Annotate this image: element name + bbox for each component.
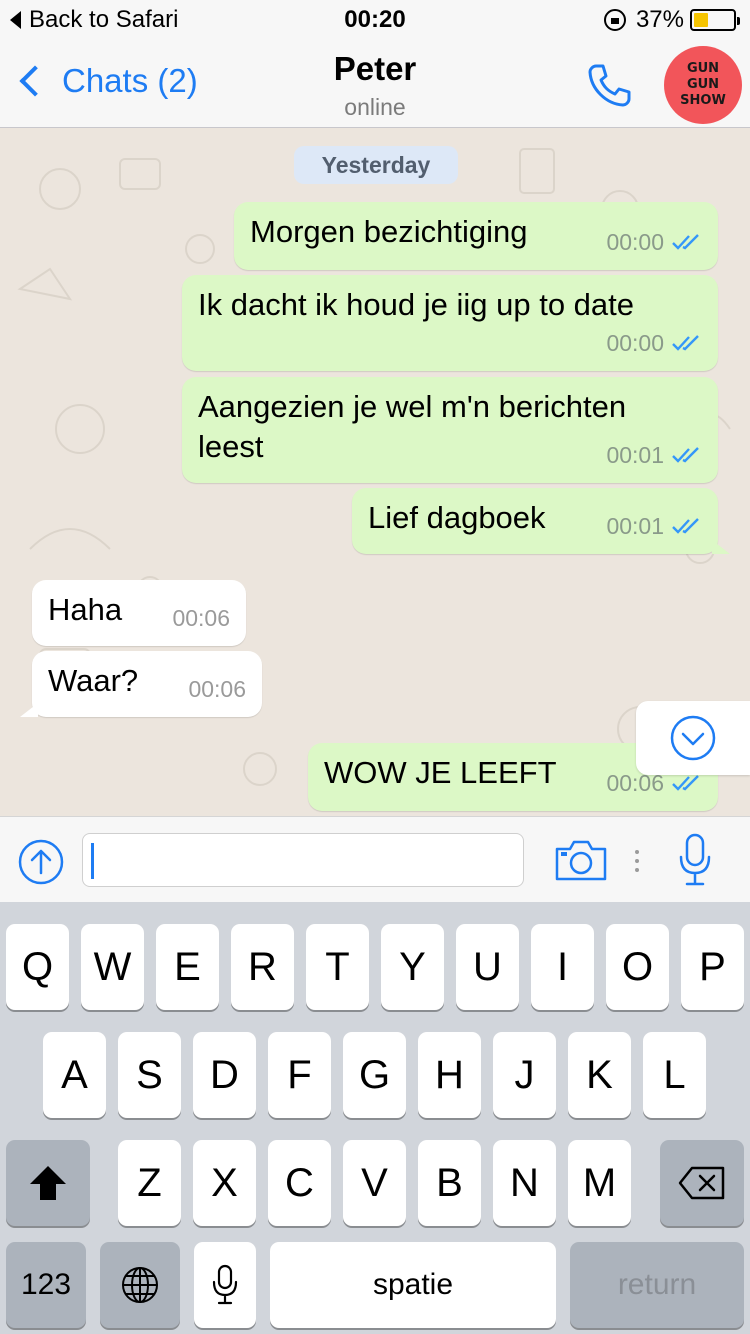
key-q[interactable]: Q: [6, 924, 69, 1010]
key-j[interactable]: J: [493, 1032, 556, 1118]
key-x[interactable]: X: [193, 1140, 256, 1226]
message-meta: 00:06: [172, 598, 230, 638]
key-d[interactable]: D: [193, 1032, 256, 1118]
message-text: Lief dagboek: [368, 500, 546, 535]
scroll-to-bottom-button[interactable]: [636, 701, 750, 775]
key-m[interactable]: M: [568, 1140, 631, 1226]
double-check-icon: [672, 447, 699, 463]
numbers-key[interactable]: 123: [6, 1242, 86, 1328]
keyboard: Q W E R T Y U I O P A S D F G H J K L Z …: [0, 902, 750, 1334]
message-input[interactable]: [82, 833, 524, 887]
double-check-icon: [672, 775, 699, 791]
key-z[interactable]: Z: [118, 1140, 181, 1226]
message-meta: 00:06: [188, 669, 246, 709]
battery-percent: 37%: [635, 6, 684, 33]
message-time: 00:01: [606, 513, 664, 539]
battery-icon: [690, 9, 740, 31]
key-n[interactable]: N: [493, 1140, 556, 1226]
shift-arrow-icon: [30, 1166, 66, 1200]
message-text: Ik dacht ik houd je iig up to date: [198, 287, 635, 322]
key-k[interactable]: K: [568, 1032, 631, 1118]
key-u[interactable]: U: [456, 924, 519, 1010]
message-meta: 00:01: [606, 506, 702, 546]
key-e[interactable]: E: [156, 924, 219, 1010]
message-time: 00:00: [606, 229, 664, 255]
message-bubble-incoming[interactable]: Waar? 00:06: [20, 651, 262, 717]
key-y[interactable]: Y: [381, 924, 444, 1010]
message-meta: 00:01: [606, 435, 702, 475]
phone-icon[interactable]: [584, 60, 634, 110]
key-r[interactable]: R: [231, 924, 294, 1010]
double-check-icon: [672, 335, 699, 351]
key-p[interactable]: P: [681, 924, 744, 1010]
space-key[interactable]: spatie: [270, 1242, 556, 1328]
key-i[interactable]: I: [531, 924, 594, 1010]
return-key[interactable]: return: [570, 1242, 744, 1328]
separator-dots-icon: [635, 850, 639, 872]
microphone-icon: [212, 1264, 238, 1305]
message-bubble-outgoing[interactable]: Lief dagboek 00:01: [352, 488, 730, 554]
contact-name[interactable]: Peter: [0, 50, 750, 88]
backspace-icon: [678, 1166, 725, 1200]
message-text: Morgen bezichtiging: [250, 214, 528, 249]
double-check-icon: [672, 234, 699, 250]
message-time: 00:01: [606, 442, 664, 468]
text-caret: [91, 843, 94, 879]
backspace-key[interactable]: [660, 1140, 744, 1226]
message-meta: 00:00: [606, 323, 702, 363]
key-o[interactable]: O: [606, 924, 669, 1010]
status-indicators: 37%: [603, 6, 740, 34]
message-composer: [0, 816, 750, 902]
message-bubble-outgoing[interactable]: Aangezien je wel m'n berichten leest 00:…: [182, 377, 718, 483]
key-t[interactable]: T: [306, 924, 369, 1010]
camera-icon[interactable]: [554, 837, 608, 883]
chevron-down-circle-icon: [670, 715, 716, 761]
key-c[interactable]: C: [268, 1140, 331, 1226]
key-f[interactable]: F: [268, 1032, 331, 1118]
message-time: 00:06: [188, 676, 246, 702]
message-time: 00:06: [172, 605, 230, 631]
status-bar: Back to Safari 00:20 37%: [0, 0, 750, 40]
message-bubble-outgoing[interactable]: Morgen bezichtiging 00:00: [234, 202, 718, 270]
key-h[interactable]: H: [418, 1032, 481, 1118]
key-l[interactable]: L: [643, 1032, 706, 1118]
avatar-logo-text: GUN GUN SHOW: [680, 61, 726, 108]
key-w[interactable]: W: [81, 924, 144, 1010]
message-text: Waar?: [48, 663, 139, 698]
dictation-key[interactable]: [194, 1242, 256, 1328]
message-meta: 00:00: [606, 222, 702, 262]
key-b[interactable]: B: [418, 1140, 481, 1226]
key-g[interactable]: G: [343, 1032, 406, 1118]
message-bubble-outgoing[interactable]: Ik dacht ik houd je iig up to date 00:00: [182, 275, 718, 371]
key-s[interactable]: S: [118, 1032, 181, 1118]
message-text: WOW JE LEEFT: [324, 755, 557, 790]
globe-icon: [122, 1267, 158, 1303]
upload-icon[interactable]: [18, 839, 64, 885]
microphone-icon[interactable]: [678, 833, 712, 887]
battery-level: [694, 13, 708, 27]
chat-header: Chats (2) Peter online GUN GUN SHOW: [0, 40, 750, 128]
bubble-tail: [20, 703, 38, 717]
contact-status: online: [344, 94, 406, 120]
bubble-tail: [712, 540, 730, 554]
contact-avatar[interactable]: GUN GUN SHOW: [664, 46, 742, 124]
key-v[interactable]: V: [343, 1140, 406, 1226]
globe-key[interactable]: [100, 1242, 180, 1328]
message-list[interactable]: Yesterday Morgen bezichtiging 00:00 Ik d…: [0, 129, 750, 816]
message-text: Haha: [48, 592, 123, 627]
double-check-icon: [672, 518, 699, 534]
message-bubble-incoming[interactable]: Haha 00:06: [32, 580, 246, 646]
key-a[interactable]: A: [43, 1032, 106, 1118]
shift-key[interactable]: [6, 1140, 90, 1226]
message-time: 00:00: [606, 330, 664, 356]
date-separator: Yesterday: [294, 146, 458, 184]
orientation-lock-icon: [603, 9, 626, 31]
